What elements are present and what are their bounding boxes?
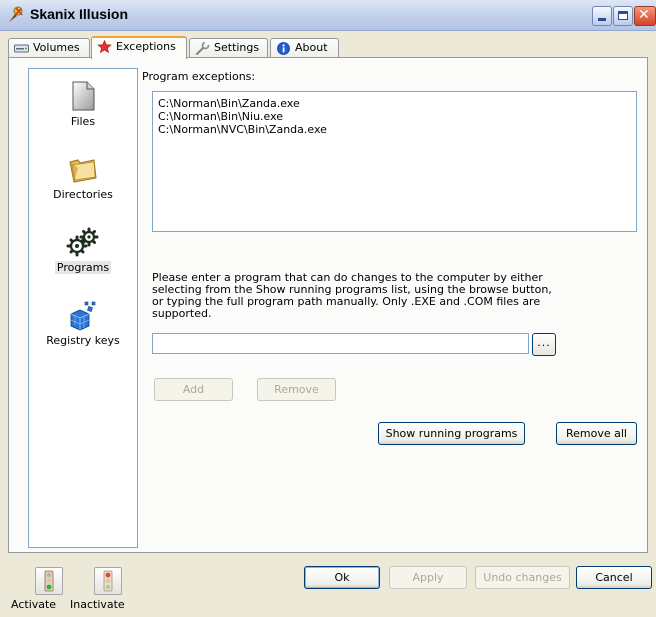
- category-label: Files: [70, 115, 96, 128]
- info-icon: [277, 42, 290, 55]
- undo-changes-button[interactable]: Undo changes: [475, 566, 570, 589]
- program-exceptions-label: Program exceptions:: [142, 70, 256, 83]
- list-item[interactable]: C:\Norman\Bin\Niu.exe: [158, 110, 631, 123]
- list-item[interactable]: C:\Norman\NVC\Bin\Zanda.exe: [158, 123, 631, 136]
- category-directories[interactable]: Directories: [29, 152, 137, 201]
- remove-button[interactable]: Remove: [257, 378, 336, 401]
- activate-button[interactable]: [35, 567, 63, 595]
- program-path-input[interactable]: [152, 333, 529, 354]
- inactivate-button[interactable]: [94, 567, 122, 595]
- tab-settings[interactable]: Settings: [189, 38, 268, 58]
- inactivate-label: Inactivate: [70, 598, 125, 611]
- list-item[interactable]: C:\Norman\Bin\Zanda.exe: [158, 97, 631, 110]
- show-running-programs-button[interactable]: Show running programs: [378, 422, 525, 445]
- program-exceptions-list[interactable]: C:\Norman\Bin\Zanda.exe C:\Norman\Bin\Ni…: [152, 91, 637, 232]
- browse-button[interactable]: ...: [532, 333, 556, 356]
- file-icon: [72, 81, 95, 111]
- add-button[interactable]: Add: [154, 378, 233, 401]
- exceptions-panel: Files Directories Programs Registry keys…: [8, 57, 648, 553]
- tab-label: Settings: [214, 41, 260, 54]
- app-icon: [9, 6, 23, 22]
- tab-label: Exceptions: [116, 40, 176, 53]
- apply-button[interactable]: Apply: [389, 566, 467, 589]
- cancel-button[interactable]: Cancel: [576, 566, 652, 589]
- category-files[interactable]: Files: [29, 79, 137, 128]
- traffic-light-red-icon: [103, 570, 113, 592]
- ok-button[interactable]: Ok: [304, 566, 380, 589]
- folder-icon: [69, 159, 97, 183]
- tab-about[interactable]: About: [270, 38, 339, 58]
- title-bar: Skanix Illusion: [0, 0, 656, 31]
- category-label: Registry keys: [46, 334, 120, 347]
- activate-label: Activate: [11, 598, 57, 611]
- category-list: Files Directories Programs Registry keys: [28, 68, 138, 548]
- close-button[interactable]: [634, 6, 656, 26]
- registry-cubes-icon: [70, 301, 96, 331]
- tab-label: About: [295, 41, 328, 54]
- tab-exceptions[interactable]: Exceptions: [91, 36, 187, 59]
- help-text: Please enter a program that can do chang…: [152, 271, 552, 320]
- category-programs[interactable]: Programs: [29, 225, 137, 274]
- minimize-button[interactable]: [592, 6, 612, 26]
- remove-all-button[interactable]: Remove all: [556, 422, 637, 445]
- gears-icon: [66, 227, 99, 257]
- tab-volumes[interactable]: Volumes: [8, 38, 90, 58]
- category-registry-keys[interactable]: Registry keys: [29, 298, 137, 347]
- category-label: Programs: [54, 261, 112, 274]
- star-icon: [97, 40, 112, 53]
- window-title: Skanix Illusion: [30, 6, 129, 22]
- drive-icon: [14, 44, 29, 53]
- traffic-light-green-icon: [44, 570, 54, 592]
- wrench-icon: [195, 42, 210, 55]
- tab-label: Volumes: [33, 41, 80, 54]
- category-label: Directories: [53, 188, 113, 201]
- maximize-button[interactable]: [613, 6, 633, 26]
